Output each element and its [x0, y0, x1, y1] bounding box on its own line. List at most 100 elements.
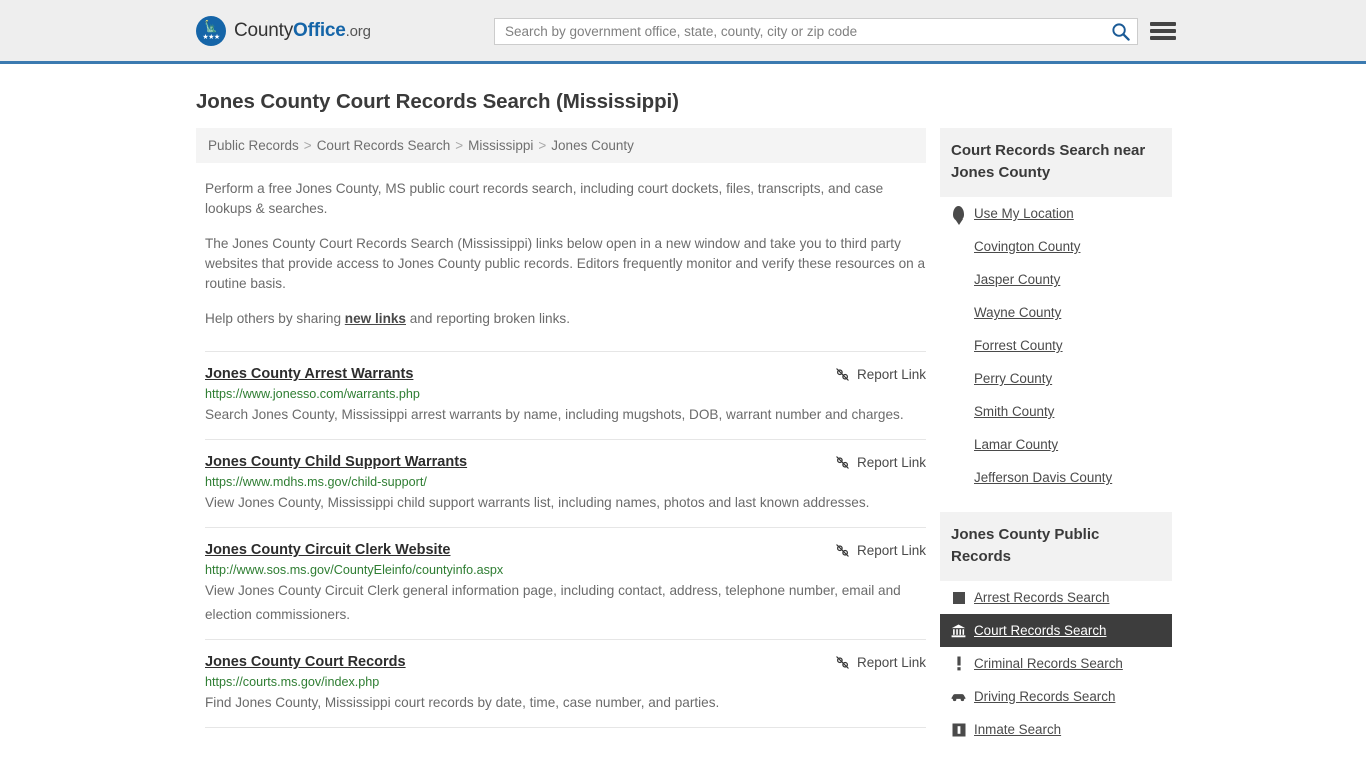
intro-paragraph-2: The Jones County Court Records Search (M…: [205, 236, 926, 291]
hamburger-menu-icon[interactable]: [1150, 20, 1176, 42]
nearby-county-label: Jasper County: [974, 272, 1061, 287]
breadcrumb-item-1[interactable]: Court Records Search: [317, 138, 451, 153]
result-item: Jones County Circuit Clerk Website Report…: [205, 542, 926, 640]
result-header: Jones County Circuit Clerk Website Report…: [205, 542, 926, 558]
courthouse-icon: [951, 623, 966, 638]
brand-text-tld: .org: [345, 22, 371, 40]
nearby-county-link[interactable]: Smith County: [940, 395, 1172, 428]
result-header: Jones County Arrest Warrants Report Link: [205, 366, 926, 382]
page-container: Jones County Court Records Search (Missi…: [0, 90, 1366, 764]
main-column: Public Records > Court Records Search > Miss…: [196, 128, 926, 742]
nearby-county-link[interactable]: Lamar County: [940, 428, 1172, 461]
list-item: Forrest County: [940, 329, 1172, 362]
map-pin-icon: [951, 206, 966, 221]
nearby-county-link[interactable]: Covington County: [940, 230, 1172, 263]
sidebar: Court Records Search near Jones County U…: [940, 128, 1172, 764]
public-records-link[interactable]: Court Records Search: [940, 614, 1172, 647]
public-records-panel: Jones County Public Records Arrest Recor…: [940, 512, 1172, 746]
public-records-label: Court Records Search: [974, 623, 1107, 638]
nearby-county-link[interactable]: Wayne County: [940, 296, 1172, 329]
result-title-link[interactable]: Jones County Court Records: [205, 654, 406, 670]
nearby-county-label: Smith County: [974, 404, 1055, 419]
result-item: Jones County Arrest Warrants Report Link h…: [205, 351, 926, 440]
broken-link-icon: [836, 456, 849, 469]
new-links-link[interactable]: new links: [345, 311, 406, 326]
brand-wordmark: CountyOffice.org: [234, 20, 371, 42]
result-item: Jones County Child Support Warrants Repor…: [205, 454, 926, 528]
result-url: https://www.jonesso.com/warrants.php: [205, 387, 420, 401]
courthouse-icon: [951, 623, 966, 637]
nearby-county-label: Forrest County: [974, 338, 1063, 353]
site-logo-link[interactable]: 🗽 ★★★ CountyOffice.org: [196, 15, 371, 46]
result-description: Find Jones County, Mississippi court rec…: [205, 695, 720, 710]
nearby-county-link[interactable]: Jefferson Davis County: [940, 461, 1172, 494]
list-item: Lamar County: [940, 428, 1172, 461]
result-description: Search Jones County, Mississippi arrest …: [205, 407, 904, 422]
list-item: Wayne County: [940, 296, 1172, 329]
nearby-panel: Court Records Search near Jones County U…: [940, 128, 1172, 494]
report-link-label: Report Link: [856, 367, 926, 382]
breadcrumb-item-3[interactable]: Jones County: [551, 138, 634, 153]
result-header: Jones County Child Support Warrants Repor…: [205, 454, 926, 470]
nearby-list: Use My Location: [940, 197, 1172, 230]
search-bar[interactable]: [494, 18, 1138, 45]
report-link-label: Report Link: [856, 455, 926, 470]
car-icon: [951, 693, 966, 701]
jail-icon: [951, 723, 966, 737]
nearby-county-label: Perry County: [974, 371, 1053, 386]
breadcrumb-item-2[interactable]: Mississippi: [468, 138, 533, 153]
public-records-heading: Jones County Public Records: [940, 512, 1172, 581]
use-my-location-link[interactable]: Use My Location: [940, 197, 1172, 230]
search-button[interactable]: [1103, 19, 1137, 44]
public-records-list: Arrest Records Search Court Records Searc…: [940, 581, 1172, 746]
report-link-button[interactable]: Report Link: [835, 455, 926, 470]
countyoffice-logo-icon: 🗽 ★★★: [196, 15, 226, 46]
nearby-county-link[interactable]: Forrest County: [940, 329, 1172, 362]
public-records-label: Driving Records Search: [974, 689, 1116, 704]
list-item: Smith County: [940, 395, 1172, 428]
result-description: View Jones County Circuit Clerk general …: [205, 583, 901, 622]
nearby-county-label: Lamar County: [974, 437, 1059, 452]
content-row: Public Records > Court Records Search > Miss…: [196, 128, 1172, 764]
result-description: View Jones County, Mississippi child sup…: [205, 495, 870, 510]
report-link-button[interactable]: Report Link: [835, 543, 926, 558]
public-records-link[interactable]: Criminal Records Search: [940, 647, 1172, 680]
car-icon: [951, 691, 966, 703]
brand-text-bold: Office: [293, 19, 346, 41]
public-records-label: Criminal Records Search: [974, 656, 1123, 671]
result-title-link[interactable]: Jones County Child Support Warrants: [205, 454, 467, 470]
list-item: Criminal Records Search: [940, 647, 1172, 680]
public-records-link[interactable]: Inmate Search: [940, 713, 1172, 746]
result-title-link[interactable]: Jones County Circuit Clerk Website: [205, 542, 450, 558]
use-my-location-label: Use My Location: [974, 206, 1074, 221]
public-records-link[interactable]: Driving Records Search: [940, 680, 1172, 713]
list-item: Use My Location: [940, 197, 1172, 230]
report-link-button[interactable]: Report Link: [835, 655, 926, 670]
list-item: Inmate Search: [940, 713, 1172, 746]
nearby-panel-heading: Court Records Search near Jones County: [940, 128, 1172, 197]
nearby-counties-list: Covington County Jasper County Wayne Count…: [940, 230, 1172, 494]
result-title-link[interactable]: Jones County Arrest Warrants: [205, 366, 413, 382]
jail-icon: [952, 723, 965, 736]
intro-section: Perform a free Jones County, MS public c…: [196, 179, 926, 329]
intro-p3-after: and reporting broken links.: [406, 311, 570, 326]
breadcrumb-item-0[interactable]: Public Records: [208, 138, 299, 153]
nearby-county-link[interactable]: Jasper County: [940, 263, 1172, 296]
results-list: Jones County Arrest Warrants Report Link h…: [196, 351, 926, 728]
public-records-label: Arrest Records Search: [974, 590, 1110, 605]
nearby-county-link[interactable]: Perry County: [940, 362, 1172, 395]
nearby-county-label: Jefferson Davis County: [974, 470, 1113, 485]
nearby-county-label: Covington County: [974, 239, 1081, 254]
intro-p3-before: Help others by sharing: [205, 311, 345, 326]
result-url: https://courts.ms.gov/index.php: [205, 675, 380, 689]
report-link-button[interactable]: Report Link: [835, 367, 926, 382]
nearby-county-label: Wayne County: [974, 305, 1062, 320]
list-item: Jefferson Davis County: [940, 461, 1172, 494]
brand-text-pre: County: [234, 19, 294, 41]
square-icon: [952, 591, 965, 604]
broken-link-icon: [836, 368, 849, 381]
breadcrumb-separator: >: [538, 138, 547, 153]
public-records-link[interactable]: Arrest Records Search: [940, 581, 1172, 614]
exclamation-icon: [951, 656, 966, 671]
search-input[interactable]: [495, 19, 1103, 44]
